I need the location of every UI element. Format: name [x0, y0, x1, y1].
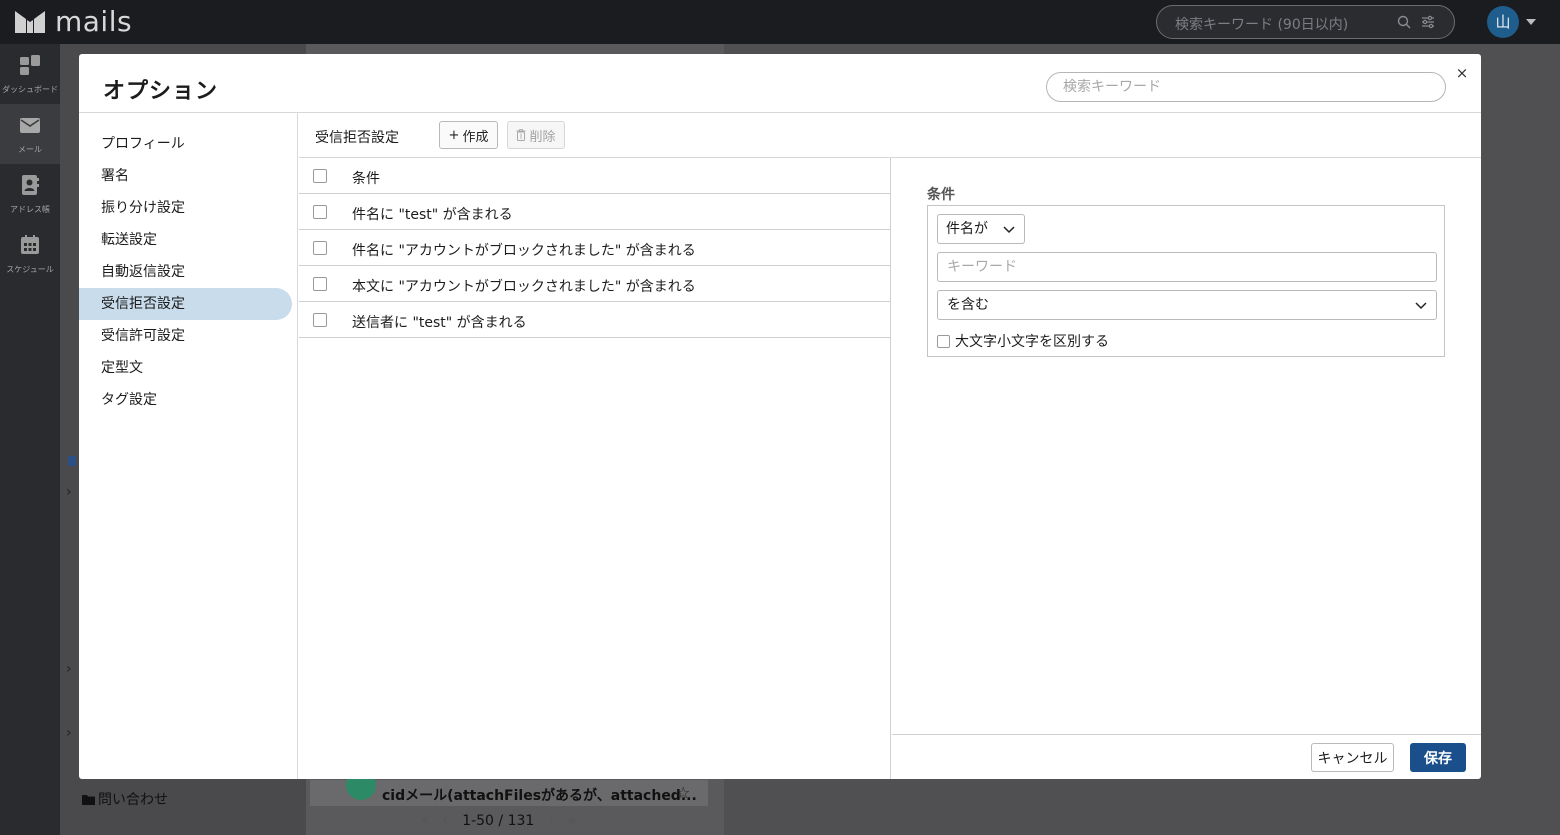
rule-list: 条件 件名に "test" が含まれる 件名に "アカウントがブロックされました… [299, 158, 891, 779]
options-modal: オプション × プロフィール 署名 振り分け設定 転送設定 自動返信設定 受信拒… [79, 54, 1481, 779]
pin-icon [68, 456, 76, 466]
menu-item-forwarding[interactable]: 転送設定 [79, 224, 292, 256]
mail-subject: cidメール(attachFilesがあるが、attached... [382, 788, 697, 804]
brand-logo[interactable]: mails [14, 8, 132, 36]
rule-checkbox[interactable] [313, 241, 327, 255]
menu-item-templates[interactable]: 定型文 [79, 352, 292, 384]
folder-label: 問い合わせ [98, 792, 168, 808]
delete-label: 削除 [529, 129, 556, 145]
rail-item-mail[interactable]: メール [0, 104, 60, 164]
chevron-down-icon [1415, 302, 1427, 310]
keyword-input[interactable] [937, 252, 1437, 282]
rule-detail-panel: 条件 件名が を含む 大文字小文字を区別する キャンセル 保存 [892, 158, 1481, 779]
plus-icon: + [448, 127, 460, 143]
rule-row[interactable]: 件名に "アカウントがブロックされました" が含まれる [299, 230, 890, 266]
rail-item-schedule[interactable]: スケジュール [0, 224, 60, 284]
logo-icon [15, 11, 45, 33]
chevron-down-icon[interactable] [1526, 19, 1536, 25]
menu-item-auto-reply[interactable]: 自動返信設定 [79, 256, 292, 288]
chevron-right-icon[interactable]: › [66, 484, 72, 500]
options-menu: プロフィール 署名 振り分け設定 転送設定 自動返信設定 受信拒否設定 受信許可… [79, 113, 298, 779]
global-search-placeholder: 検索キーワード (90日以内) [1175, 17, 1349, 33]
rule-checkbox[interactable] [313, 277, 327, 291]
rail-label: ダッシュボード [2, 85, 58, 94]
match-select[interactable]: を含む [937, 290, 1437, 320]
last-page-icon[interactable]: » [568, 813, 577, 829]
rule-text: 送信者に "test" が含まれる [352, 315, 527, 331]
prev-page-icon[interactable]: ‹ [443, 813, 449, 829]
mail-list-item[interactable]: cidメール(attachFilesがあるが、attached... ☆ [310, 770, 708, 806]
chevron-right-icon[interactable]: › [66, 661, 72, 677]
cancel-button[interactable]: キャンセル [1311, 743, 1394, 772]
rule-text: 本文に "アカウントがブロックされました" が含まれる [352, 279, 696, 295]
field-select-value: 件名が [946, 221, 988, 237]
menu-item-sorting[interactable]: 振り分け設定 [79, 192, 292, 224]
menu-item-block-settings[interactable]: 受信拒否設定 [79, 288, 292, 320]
rail-label: スケジュール [6, 265, 54, 274]
close-icon[interactable]: × [1454, 65, 1470, 81]
rule-list-header: 条件 [299, 158, 890, 194]
delete-button[interactable]: 削除 [507, 121, 565, 149]
case-sensitive-label: 大文字小文字を区別する [955, 334, 1109, 350]
list-header-label: 条件 [352, 171, 380, 187]
rail-item-dashboard[interactable]: ダッシュボード [0, 44, 60, 104]
modal-footer: キャンセル 保存 [892, 734, 1481, 779]
modal-title: オプション [103, 79, 219, 104]
side-rail: ダッシュボード メール アドレス帳 スケジュール [0, 44, 60, 835]
rule-checkbox[interactable] [313, 205, 327, 219]
case-sensitive-checkbox[interactable] [937, 334, 950, 348]
address-book-icon [22, 175, 39, 195]
folder-icon [82, 794, 95, 805]
rule-checkbox[interactable] [313, 313, 327, 327]
case-sensitive-option[interactable]: 大文字小文字を区別する [937, 331, 1109, 351]
top-bar: mails 検索キーワード (90日以内) 山 [0, 0, 1560, 44]
rule-text: 件名に "test" が含まれる [352, 207, 513, 223]
modal-header: オプション × [79, 54, 1481, 113]
star-icon[interactable]: ☆ [676, 783, 690, 802]
rule-text: 件名に "アカウントがブロックされました" が含まれる [352, 243, 696, 259]
folder-item-contact[interactable]: 問い合わせ [82, 789, 168, 809]
brand-name: mails [55, 5, 133, 38]
first-page-icon[interactable]: « [420, 813, 429, 829]
menu-item-tags[interactable]: タグ設定 [79, 384, 292, 416]
save-button[interactable]: 保存 [1410, 743, 1466, 772]
section-title: 受信拒否設定 [315, 130, 399, 146]
rail-label: メール [18, 145, 42, 154]
user-avatar[interactable]: 山 [1487, 6, 1519, 38]
search-icon[interactable] [1397, 15, 1411, 29]
rail-label: アドレス帳 [10, 205, 50, 214]
match-select-value: を含む [947, 297, 989, 313]
menu-item-allow-settings[interactable]: 受信許可設定 [79, 320, 292, 352]
condition-title: 条件 [927, 187, 955, 203]
rail-item-address-book[interactable]: アドレス帳 [0, 164, 60, 224]
options-search-input[interactable] [1046, 72, 1446, 102]
field-select[interactable]: 件名が [937, 214, 1025, 244]
global-search-input[interactable]: 検索キーワード (90日以内) [1156, 5, 1455, 39]
next-page-icon[interactable]: › [548, 813, 554, 829]
filter-settings-icon[interactable] [1421, 15, 1435, 29]
trash-icon [516, 129, 526, 141]
condition-box: 件名が を含む 大文字小文字を区別する [927, 205, 1445, 357]
mail-icon [20, 118, 40, 133]
chevron-right-icon[interactable]: › [66, 725, 72, 741]
select-all-checkbox[interactable] [313, 169, 327, 183]
rule-row[interactable]: 送信者に "test" が含まれる [299, 302, 890, 338]
rule-row[interactable]: 本文に "アカウントがブロックされました" が含まれる [299, 266, 890, 302]
pager-range: 1-50 / 131 [462, 813, 535, 829]
create-label: 作成 [462, 129, 489, 145]
rule-row[interactable]: 件名に "test" が含まれる [299, 194, 890, 230]
create-button[interactable]: + 作成 [439, 121, 498, 149]
pager: « ‹ 1-50 / 131 › » [420, 810, 620, 832]
chevron-down-icon [1003, 226, 1015, 234]
section-toolbar: 受信拒否設定 + 作成 削除 [299, 113, 1481, 158]
dashboard-icon [20, 55, 40, 75]
calendar-icon [21, 235, 39, 254]
menu-item-profile[interactable]: プロフィール [79, 128, 292, 160]
menu-item-signature[interactable]: 署名 [79, 160, 292, 192]
